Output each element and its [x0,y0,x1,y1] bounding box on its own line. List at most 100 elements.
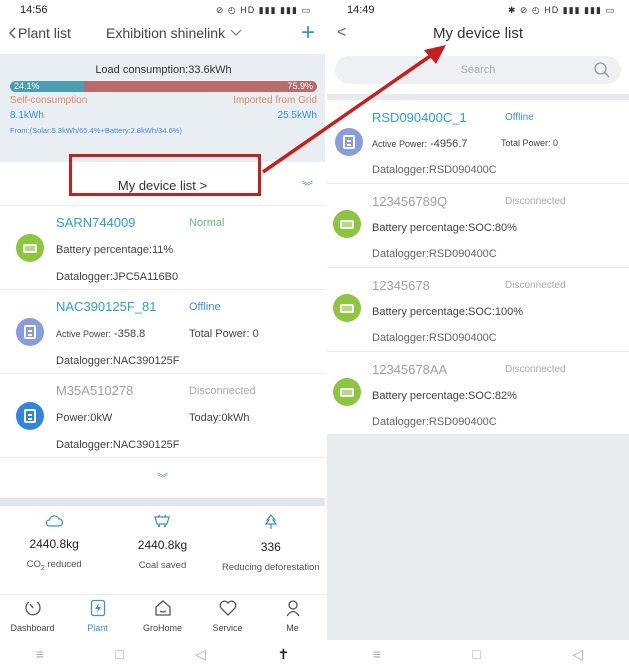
page-title: My device list [432,24,524,42]
back-nav-icon[interactable]: ◁ [195,646,206,663]
double-chevron-down-icon[interactable]: ︾ [302,178,313,194]
tab-grohome[interactable]: GroHome [135,599,191,644]
consumption-labels: Self-consumption Imported from Grid [10,95,317,106]
back-button[interactable]: < [337,24,346,42]
device-row[interactable]: 12345678 Disconnected Battery percentage… [327,268,629,352]
device-datalogger: Datalogger:NAC390125F [56,355,180,367]
menu-nav-icon[interactable]: ≡ [373,646,381,662]
device-datalogger: Datalogger:RSD090400C [372,248,497,260]
tab-dashboard[interactable]: Dashboard [5,599,61,644]
tree-label: Reducing deforestation [221,562,320,573]
device-detail: Battery percentage:11% [56,244,174,256]
device-detail: Battery percentage:SOC:80% [372,222,517,234]
device-datalogger: Datalogger:NAC390125F [56,439,180,451]
device-status: Normal [189,217,225,229]
load-consumption-card: Load consumption:33.6kWh 24.1% 75.9% Sel… [0,54,325,162]
status-icons: ⊘ ◴ HD ▮▮▮ ▮▮▮ ▭ [215,4,311,15]
chevron-left-icon [9,27,16,39]
user-icon [285,600,300,617]
empty-area [327,434,629,640]
status-bar: 14:56 ⊘ ◴ HD ▮▮▮ ▮▮▮ ▭ [0,0,325,20]
accessibility-icon[interactable]: ✝ [278,646,290,663]
device-total-power: Total Power: 0 [501,138,559,148]
plant-name: Exhibition shinelink [106,25,226,41]
device-name: SARN744009 [56,215,136,230]
home-nav-icon[interactable]: □ [472,646,480,662]
service-icon [219,600,236,616]
co2-stat: 2440.8kg CO2 reduced [4,514,104,594]
coal-cart-icon [154,514,171,528]
co2-value: 2440.8kg [29,537,79,551]
add-button[interactable]: + [301,20,315,46]
device-row[interactable]: 123456789Q Disconnected Battery percenta… [327,184,629,268]
device-list: RSD090400C_1 Offline Active Power: -4956… [327,94,629,436]
device-status: Offline [189,301,221,313]
dashboard-icon [24,601,41,616]
system-nav-bar: ≡ □ ◁ ✝ [0,640,325,668]
eco-stats: 2440.8kg CO2 reduced 2440.8kg Coal saved… [0,506,325,594]
divider [0,498,325,506]
meter-icon [16,402,44,430]
inverter-icon [16,318,44,346]
plant-screen: 14:56 ⊘ ◴ HD ▮▮▮ ▮▮▮ ▭ Plant list Exhibi… [0,0,325,668]
tab-service[interactable]: Service [200,599,256,644]
battery-icon [333,378,361,406]
grid-import-fill: 75.9% [83,81,317,92]
search-input[interactable]: Search [335,56,621,84]
device-detail: Active Power: -358.8 [56,328,145,340]
device-status: Disconnected [505,196,566,207]
device-name: 12345678 [372,278,430,293]
device-row[interactable]: RSD090400C_1 Offline Active Power: -4956… [327,100,629,184]
tree-icon [264,514,278,529]
device-detail: Battery percentage:SOC:82% [372,390,517,402]
status-bar: 14:49 ✱ ⊘ ◴ HD ▮▮▮ ▮▮▮ ▭ [327,0,629,20]
load-title: Load consumption:33.6kWh [95,64,232,76]
device-name: RSD090400C_1 [372,110,467,125]
device-datalogger: Datalogger:RSD090400C [372,164,497,176]
back-label: Plant list [18,25,71,41]
device-list-screen: 14:49 ✱ ⊘ ◴ HD ▮▮▮ ▮▮▮ ▭ < My device lis… [327,0,629,668]
tree-stat: 336 Reducing deforestation [221,514,321,594]
device-row[interactable]: SARN744009 Normal Battery percentage:11%… [0,206,325,290]
plant-header: Plant list Exhibition shinelink + [0,20,325,46]
device-row[interactable]: NAC390125F_81 Offline Active Power: -358… [0,290,325,374]
grid-import-label: Imported from Grid [233,95,317,106]
search-icon[interactable] [593,61,611,79]
plant-selector[interactable]: Exhibition shinelink [106,25,242,41]
battery-icon [333,210,361,238]
system-nav-bar: ≡ □ ◁ [327,640,629,668]
expand-more-icon[interactable]: ︾ [0,458,325,498]
highlight-box [69,154,261,196]
menu-nav-icon[interactable]: ≡ [36,646,44,662]
consumption-values: 8.1kWh 25.5kWh [10,110,317,121]
home-icon [154,600,171,616]
device-name: 123456789Q [372,194,448,209]
tab-me[interactable]: Me [265,599,321,644]
device-detail: Active Power: -4956.7 [372,138,468,150]
device-status: Disconnected [505,280,566,291]
back-button[interactable]: Plant list [8,25,71,41]
device-status: Disconnected [189,385,256,397]
device-row[interactable]: 12345678AA Disconnected Battery percenta… [327,352,629,436]
home-nav-icon[interactable]: □ [115,646,123,662]
tree-value: 336 [260,540,281,554]
device-today: Today:0kWh [189,412,250,424]
back-nav-icon[interactable]: ◁ [572,646,583,663]
device-row[interactable]: M35A510278 Disconnected Power:0kW Today:… [0,374,325,458]
chevron-down-icon [230,29,242,36]
status-time: 14:49 [347,4,375,16]
coal-label: Coal saved [138,560,187,571]
plant-icon [90,599,105,617]
co2-label: CO2 reduced [26,559,82,572]
device-datalogger: Datalogger:RSD090400C [372,416,497,428]
active-power-label: Active Power: [56,329,112,339]
battery-icon [16,234,44,262]
self-consumption-label: Self-consumption [10,95,88,106]
battery-icon [333,294,361,322]
device-detail: Battery percentage:SOC:100% [372,306,524,318]
status-icons: ✱ ⊘ ◴ HD ▮▮▮ ▮▮▮ ▭ [507,4,615,15]
coal-stat: 2440.8kg Coal saved [112,514,212,594]
tab-plant[interactable]: Plant [70,599,126,644]
device-power: Power:0kW [56,412,113,424]
active-power-value: -358.8 [114,328,146,340]
